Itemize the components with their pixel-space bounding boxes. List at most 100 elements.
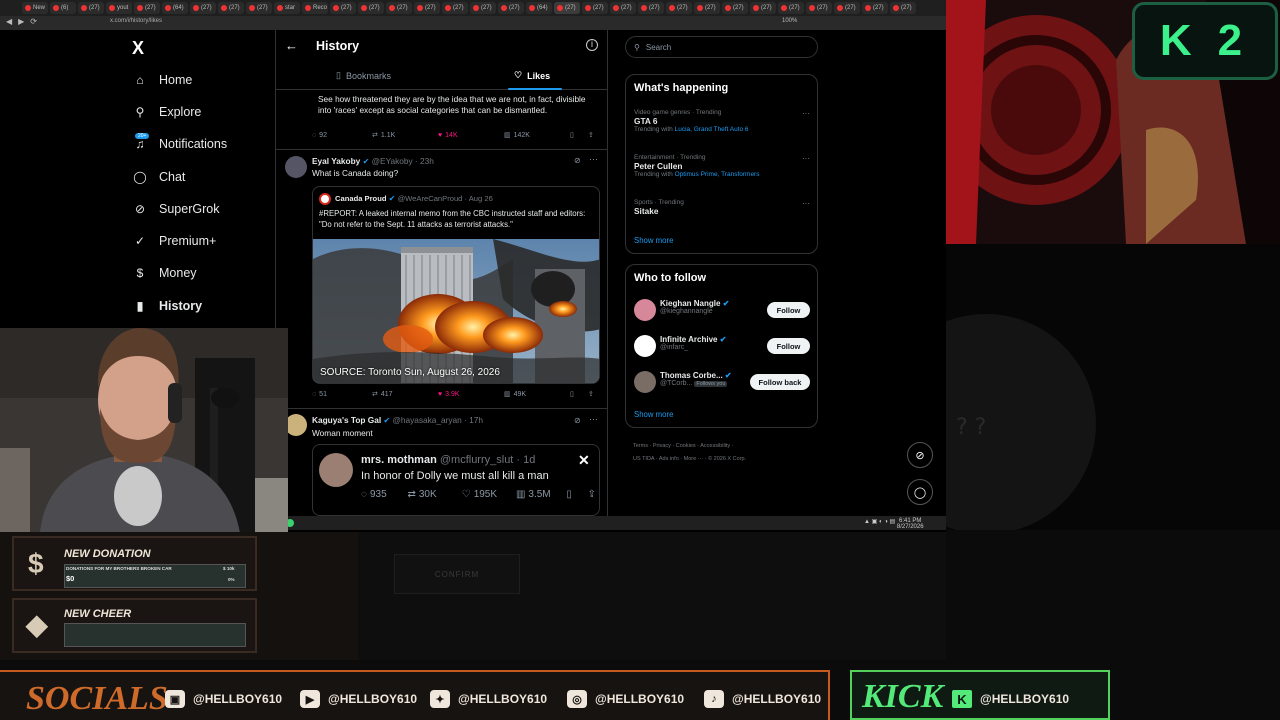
quoted-post[interactable]: Canada Proud ✔ @WeAreCanProud · Aug 26 #… — [312, 186, 600, 384]
browser-tab[interactable]: (27) — [554, 2, 580, 14]
browser-tab[interactable]: (27) — [666, 2, 692, 14]
browser-tab[interactable]: (27) — [78, 2, 104, 14]
browser-tab[interactable]: (27) — [218, 2, 244, 14]
more-icon[interactable]: ··· — [802, 109, 810, 118]
url-text[interactable]: x.com/i/history/likes — [110, 18, 162, 24]
browser-tab[interactable]: New — [22, 2, 48, 14]
like-button[interactable]: ♥ 3.9K — [438, 391, 504, 398]
browser-tab[interactable]: (27) — [890, 2, 916, 14]
reply-button[interactable]: ◌ 92 — [312, 132, 372, 139]
trend-links[interactable]: Optimus Prime, Transformers — [675, 171, 760, 178]
browser-tab[interactable]: (27) — [330, 2, 356, 14]
trend-item[interactable]: Video game genres · Trending GTA 6 Trend… — [634, 109, 810, 133]
browser-tab[interactable]: (27) — [610, 2, 636, 14]
views-button[interactable]: ▥ 142K — [504, 131, 570, 140]
follow-button[interactable]: Follow — [767, 302, 810, 318]
browser-tab[interactable]: (27) — [442, 2, 468, 14]
follow-back-button[interactable]: Follow back — [750, 374, 810, 390]
browser-tab[interactable]: (27) — [862, 2, 888, 14]
browser-tab[interactable]: (27) — [806, 2, 832, 14]
bookmark-button[interactable]: ▯ — [570, 390, 588, 398]
repost-button[interactable]: ⇄ 1.1K — [372, 131, 438, 140]
zoom-level[interactable]: 100% — [782, 18, 797, 24]
browser-tab[interactable]: (64) — [162, 2, 188, 14]
embedded-tweet-image[interactable]: mrs. mothman @mcflurry_slut · 1d ✕ In ho… — [312, 444, 600, 516]
footer-line[interactable]: Terms · Privacy · Cookies · Accessibilit… — [633, 440, 813, 453]
more-icon[interactable]: ··· — [802, 199, 810, 208]
browser-tab[interactable]: (27) — [582, 2, 608, 14]
address-bar[interactable]: ◀▶⟳ x.com/i/history/likes 100% — [0, 16, 946, 30]
grok-fab-icon[interactable]: ⊘ — [907, 442, 933, 468]
x-logo[interactable]: X — [132, 38, 144, 59]
browser-tab[interactable]: (27) — [246, 2, 272, 14]
share-button[interactable]: ⇪ — [588, 390, 594, 398]
more-icon[interactable]: ··· — [589, 154, 598, 164]
browser-tab[interactable]: (27) — [750, 2, 776, 14]
post-author[interactable]: Kaguya's Top Gal ✔ @hayasaka_aryan · 17h — [312, 415, 483, 425]
trend-item[interactable]: Entertainment · Trending Peter Cullen Tr… — [634, 154, 810, 178]
share-button[interactable]: ⇪ — [588, 131, 594, 139]
sidebar-item-notifications[interactable]: ♫ Notifications — [133, 133, 228, 155]
browser-tab[interactable]: (27) — [414, 2, 440, 14]
more-icon[interactable]: ··· — [589, 414, 598, 424]
back-arrow-icon[interactable]: ← — [285, 38, 298, 53]
browser-tab[interactable]: (27) — [694, 2, 720, 14]
confirm-button[interactable]: CONFIRM — [394, 554, 520, 594]
follow-button[interactable]: Follow — [767, 338, 810, 354]
info-icon[interactable]: i — [586, 39, 598, 51]
like-button[interactable]: ♥ 14K — [438, 132, 504, 139]
browser-tab[interactable]: Reco — [302, 2, 328, 14]
browser-tab[interactable]: (27) — [722, 2, 748, 14]
nav-buttons[interactable]: ◀▶⟳ — [6, 17, 43, 26]
browser-tab[interactable]: (6) — [50, 2, 76, 14]
avatar[interactable] — [285, 156, 307, 178]
repost-button[interactable]: ⇄ 417 — [372, 390, 438, 399]
tab-bookmarks[interactable]: ▯ Bookmarks — [336, 70, 391, 81]
system-tray[interactable]: ▲ ▣ ◐ ◑ ▤ 6:41 PM 8/27/2026 — [864, 518, 924, 530]
avatar[interactable] — [634, 299, 656, 321]
grok-icon[interactable]: ⊘ — [574, 416, 581, 425]
sidebar-item-supergrok[interactable]: ⊘ SuperGrok — [133, 198, 219, 220]
show-more-link[interactable]: Show more — [634, 236, 673, 245]
browser-tab[interactable]: star — [274, 2, 300, 14]
browser-tab[interactable]: yout — [106, 2, 132, 14]
follow-suggestion[interactable]: Kieghan Nangle ✔ @kieghannangle — [660, 299, 729, 315]
footer-links[interactable]: Terms · Privacy · Cookies · Accessibilit… — [633, 440, 813, 466]
show-more-link[interactable]: Show more — [634, 410, 673, 419]
browser-tab[interactable]: (27) — [190, 2, 216, 14]
browser-tab[interactable]: (27) — [134, 2, 160, 14]
browser-tab[interactable]: (27) — [834, 2, 860, 14]
avatar[interactable] — [634, 335, 656, 357]
browser-tab[interactable]: (27) — [638, 2, 664, 14]
sidebar-item-history[interactable]: ▮ History — [133, 295, 202, 317]
browser-tab[interactable]: (27) — [470, 2, 496, 14]
follow-suggestion[interactable]: Thomas Corbe... ✔ @TCorb... Follows you — [660, 371, 732, 387]
sidebar-item-premium[interactable]: ✓ Premium+ — [133, 230, 216, 252]
browser-tab[interactable]: (64) — [526, 2, 552, 14]
tab-likes[interactable]: ♡ Likes — [514, 70, 550, 81]
search-input[interactable]: ⚲ Search — [625, 36, 818, 58]
browser-tab[interactable]: (27) — [386, 2, 412, 14]
messages-fab-icon[interactable]: ◯ — [907, 479, 933, 505]
trend-links[interactable]: Lucia, Grand Theft Auto 6 — [675, 126, 749, 133]
views-button[interactable]: ▥ 49K — [504, 390, 570, 399]
bookmark-button[interactable]: ▯ — [570, 131, 588, 139]
follow-suggestion[interactable]: Infinite Archive ✔ @infarc_ — [660, 335, 726, 351]
avatar[interactable] — [285, 414, 307, 436]
sidebar-item-home[interactable]: ⌂ Home — [133, 69, 192, 91]
browser-tab[interactable]: (27) — [778, 2, 804, 14]
post-author[interactable]: Eyal Yakoby ✔ @EYakoby · 23h — [312, 156, 434, 166]
tab-title: (27) — [621, 5, 632, 11]
footer-line[interactable]: US TIDA · Ads info · More ··· · © 2026 X… — [633, 453, 813, 466]
reply-button[interactable]: ◌ 51 — [312, 391, 372, 398]
sidebar-item-explore[interactable]: ⚲ Explore — [133, 101, 202, 123]
more-icon[interactable]: ··· — [802, 154, 810, 163]
trend-item[interactable]: Sports · Trending Sitake ··· — [634, 199, 810, 216]
sidebar-item-money[interactable]: $ Money — [133, 262, 197, 284]
browser-tab[interactable]: (27) — [358, 2, 384, 14]
avatar[interactable] — [634, 371, 656, 393]
news-photo[interactable]: SOURCE: Toronto Sun, August 26, 2026 — [313, 239, 599, 383]
grok-icon[interactable]: ⊘ — [574, 156, 581, 165]
browser-tab[interactable]: (27) — [498, 2, 524, 14]
sidebar-item-chat[interactable]: ◯ Chat — [133, 166, 185, 188]
